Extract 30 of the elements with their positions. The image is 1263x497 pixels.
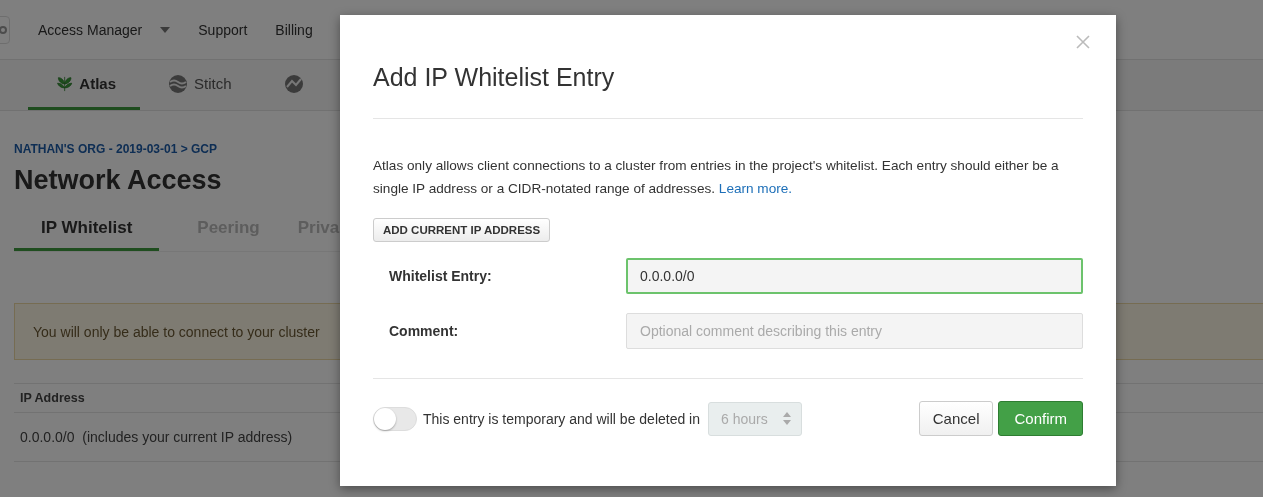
nav-dropdown[interactable]: Access Manager bbox=[38, 21, 171, 38]
wave-circle-icon bbox=[168, 73, 188, 94]
nav-link[interactable]: Billing bbox=[275, 21, 313, 38]
product-tab[interactable]: Stitch bbox=[140, 60, 256, 110]
description-text: Atlas only allows client connections to a cluster from entries in the project's whitelist. Each entry should either be a single IP address or a CIDR-notated range of addresses. Learn more. bbox=[373, 157, 1060, 198]
product-tab[interactable]: Atlas bbox=[28, 60, 140, 110]
breadcrumb-link[interactable]: NATHAN'S ORG - 2019-03-01 > GCP bbox=[14, 142, 218, 156]
field-label: Whitelist Entry: bbox=[388, 268, 493, 284]
close-button[interactable] bbox=[1076, 35, 1090, 49]
close-icon bbox=[1076, 35, 1090, 49]
learn-more-link[interactable]: Learn more. bbox=[718, 181, 793, 196]
table-cell: 0.0.0.0/0 (includes your current IP address) bbox=[20, 429, 293, 445]
toggle-label: This entry is temporary and will be deleted in bbox=[423, 410, 701, 427]
cancel-button[interactable]: Cancel bbox=[918, 401, 994, 436]
page-title: Network Access bbox=[14, 165, 222, 196]
chart-circle-icon bbox=[283, 73, 304, 94]
dialog-title: Add IP Whitelist Entry bbox=[373, 15, 1083, 119]
caret-icon bbox=[160, 26, 171, 33]
field-label: Comment: bbox=[388, 323, 460, 339]
confirm-button[interactable]: Confirm bbox=[998, 401, 1083, 436]
section-tab[interactable]: IP Whitelist bbox=[14, 218, 160, 251]
settings-icon bbox=[0, 23, 7, 36]
toggle-switch[interactable] bbox=[373, 406, 417, 431]
input-field[interactable]: 0.0.0.0/0 bbox=[626, 258, 1083, 294]
notice-text: You will only be able to connect to your cluster bbox=[33, 323, 320, 340]
input-field[interactable]: Optional comment describing this entry bbox=[626, 313, 1083, 349]
column-header: IP Address bbox=[20, 391, 85, 405]
add-current-ip-button[interactable]: ADD CURRENT IP ADDRESS bbox=[373, 218, 551, 242]
nav-link[interactable]: Support bbox=[198, 21, 248, 38]
updown-icon bbox=[783, 412, 792, 425]
